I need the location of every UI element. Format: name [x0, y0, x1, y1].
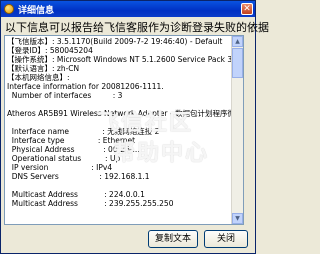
detail-line: Number of interfaces : 3: [7, 91, 123, 100]
detail-line: Multicast Address : 239.255.255.250: [7, 199, 174, 208]
dialog-footer: 复制文本 关闭: [1, 227, 255, 253]
detail-line: 【登录ID】: 580045204: [7, 46, 93, 55]
window-title: 详细信息: [18, 5, 55, 16]
headline-text: 以下信息可以报告给飞信客服作为诊断登录失败的依据: [5, 21, 269, 34]
detail-line: Multicast Address : 224.0.0.1: [7, 190, 145, 199]
detail-line: Interface information for 20081206-1111.: [7, 82, 164, 91]
vertical-scrollbar[interactable]: ▲ ▼: [231, 36, 243, 224]
detail-line: 【本机网络信息】:: [7, 73, 70, 82]
scroll-thumb[interactable]: [232, 48, 243, 78]
close-window-button[interactable]: ✕: [241, 3, 253, 15]
detail-line: 【默认语言】: zh-CN: [7, 64, 80, 73]
copy-text-button[interactable]: 复制文本: [148, 230, 198, 248]
close-button[interactable]: 关闭: [204, 230, 248, 248]
detail-line: 【飞信版本】: 3.5.1170(Build 2009-7-2 19:46:40…: [7, 37, 223, 46]
detail-line: DNS Servers : 192.168.1.1: [7, 172, 150, 181]
details-dialog: 详细信息 ✕ 以下信息可以报告给飞信客服作为诊断登录失败的依据 【飞信版本】: …: [0, 0, 269, 254]
title-bar: 详细信息 ✕: [1, 1, 255, 17]
scroll-up-icon[interactable]: ▲: [232, 36, 243, 47]
detail-line: 【操作系统】: Microsoft Windows NT 5.1.2600 Se…: [7, 55, 233, 64]
watermark-text-2: 帮助中心: [113, 141, 210, 166]
fetion-app-icon: [4, 4, 14, 14]
watermark-text: 飞信社区: [97, 111, 194, 136]
scroll-down-icon[interactable]: ▼: [232, 213, 243, 224]
detail-line: [7, 181, 241, 190]
